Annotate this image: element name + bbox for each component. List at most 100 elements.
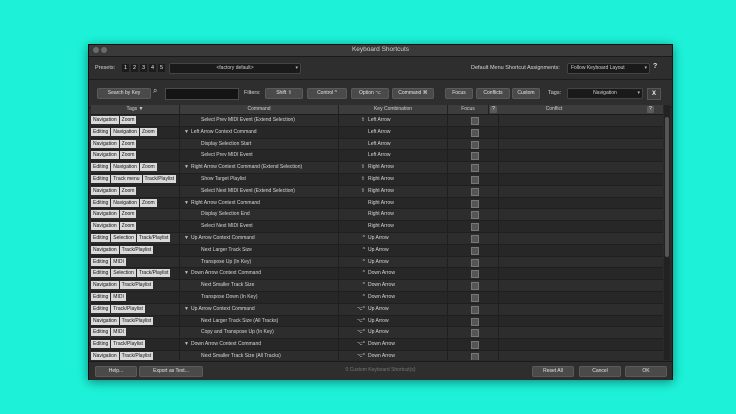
row-key-combination: Up Arrow — [368, 246, 389, 253]
search-icon: ⌕ — [153, 86, 158, 95]
table-row[interactable]: Editing Track/Playlist ▼ Down Arrow Context… — [91, 339, 663, 351]
focus-checkbox[interactable] — [471, 282, 479, 291]
table-row[interactable]: Editing Navigation Zoom ▼ Right Arrow Contex… — [91, 162, 663, 174]
focus-checkbox[interactable] — [471, 128, 479, 137]
focus-checkbox[interactable] — [471, 117, 479, 125]
preset-2-button[interactable]: 2 — [131, 64, 138, 72]
table-row[interactable]: Navigation Track/Playlist Next Smaller Tra… — [91, 280, 663, 292]
tag-badge: MIDI — [111, 257, 126, 266]
tag-badge: Track/Playlist — [119, 281, 154, 290]
focus-checkbox[interactable] — [471, 293, 479, 302]
row-key-combination: Down Arrow — [368, 352, 395, 359]
table-row[interactable]: Navigation Zoom Select Next MIDI Event (Ex… — [91, 185, 663, 198]
row-tags: Editing Selection Track/Playlist — [91, 233, 179, 243]
focus-checkbox[interactable] — [471, 164, 479, 173]
disclosure-triangle-icon[interactable]: ▼ — [184, 198, 189, 208]
focus-help-icon[interactable]: ? — [490, 106, 497, 113]
preset-select[interactable]: <factory default> ▾ — [169, 63, 301, 74]
table-row[interactable]: Navigation Zoom Display Selection End Right… — [91, 209, 663, 222]
table-row[interactable]: Editing Navigation Zoom ▼ Left Arrow Context… — [91, 126, 663, 139]
control-filter-button[interactable]: Control ^ — [307, 88, 347, 99]
row-tags: Editing Track/Playlist — [91, 304, 179, 314]
search-input[interactable] — [165, 88, 239, 100]
menu-assignments-select[interactable]: Follow Keyboard Layout ▾ — [567, 63, 650, 74]
command-filter-button[interactable]: Command ⌘ — [392, 88, 434, 99]
ok-button[interactable]: OK — [625, 366, 667, 377]
cancel-button[interactable]: Cancel — [579, 366, 621, 377]
tag-badge: Track/Playlist — [136, 269, 171, 278]
table-row[interactable]: Editing Track/Playlist ▼ Up Arrow Context C… — [91, 303, 663, 316]
row-tags: Navigation Zoom — [91, 151, 179, 160]
help-icon[interactable]: ? — [653, 63, 657, 70]
focus-checkbox[interactable] — [471, 211, 479, 220]
clear-filters-button[interactable]: X — [647, 88, 661, 100]
table-row[interactable]: Editing MIDI Transpose Up (In Key) ^ Up Arro… — [91, 256, 663, 269]
focus-checkbox[interactable] — [471, 223, 479, 232]
reset-all-button[interactable]: Reset All — [532, 366, 574, 377]
conflict-help-icon[interactable]: ? — [647, 106, 654, 113]
table-row[interactable]: Navigation Zoom Select Next MIDI Event Righ… — [91, 221, 663, 233]
preset-1-button[interactable]: 1 — [122, 64, 129, 72]
focus-checkbox[interactable] — [471, 140, 479, 149]
table-row[interactable]: Navigation Track/Playlist Next Larger Trac… — [91, 244, 663, 257]
table-scrollbar[interactable] — [664, 105, 670, 360]
title-bar: Keyboard Shortcuts — [89, 45, 672, 57]
shift-filter-button[interactable]: Shift ⇧ — [265, 88, 303, 99]
focus-checkbox[interactable] — [471, 152, 479, 161]
modifier-keys: ⌥^ — [356, 305, 365, 312]
disclosure-triangle-icon[interactable]: ▼ — [184, 233, 189, 243]
row-tags: Editing Navigation Zoom — [91, 198, 179, 208]
disclosure-triangle-icon[interactable]: ▼ — [184, 339, 189, 349]
custom-filter-button[interactable]: Custom — [512, 88, 540, 99]
table-row[interactable]: Editing Navigation Zoom ▼ Right Arrow Contex… — [91, 197, 663, 210]
table-row[interactable]: Navigation Zoom Select Prev MIDI Event (Ex… — [91, 115, 663, 127]
disclosure-triangle-icon[interactable]: ▼ — [184, 304, 189, 314]
preset-3-button[interactable]: 3 — [140, 64, 147, 72]
focus-checkbox[interactable] — [471, 258, 479, 267]
conflicts-filter-button[interactable]: Conflicts — [476, 88, 510, 99]
row-key-combination: Up Arrow — [368, 234, 389, 241]
column-tags[interactable]: Tags ▼ — [91, 105, 180, 114]
option-filter-button[interactable]: Option ⌥ — [351, 88, 389, 99]
preset-5-button[interactable]: 5 — [158, 64, 165, 72]
focus-checkbox[interactable] — [471, 175, 479, 184]
table-row[interactable]: Navigation Zoom Select Prev MIDI Event Left… — [91, 150, 663, 163]
focus-checkbox[interactable] — [471, 199, 479, 208]
table-row[interactable]: Editing MIDI Copy and Transpose Up (In Key… — [91, 327, 663, 340]
search-by-key-button[interactable]: Search by Key — [97, 88, 151, 99]
focus-checkbox[interactable] — [471, 317, 479, 326]
row-key-combination: Right Arrow — [368, 223, 394, 230]
tag-badge: Editing — [91, 292, 111, 301]
focus-checkbox[interactable] — [471, 187, 479, 196]
table-row[interactable]: Editing Track menu Track/Playlist Show Targ… — [91, 173, 663, 186]
disclosure-triangle-icon[interactable]: ▼ — [184, 162, 189, 172]
table-row[interactable]: Navigation Track/Playlist Next Smaller Tra… — [91, 350, 663, 360]
table-row[interactable]: Navigation Zoom Display Selection Start Lef… — [91, 138, 663, 151]
table-row[interactable]: Editing MIDI Transpose Down (In Key) ^ Down … — [91, 291, 663, 304]
column-command[interactable]: Command — [180, 105, 339, 114]
focus-checkbox[interactable] — [471, 305, 479, 314]
focus-checkbox[interactable] — [471, 234, 479, 243]
column-key-combination[interactable]: Key Combination — [339, 105, 448, 114]
table-row[interactable]: Editing Selection Track/Playlist ▼ Down Arro… — [91, 268, 663, 281]
row-tags: Navigation Track/Playlist — [91, 316, 179, 326]
focus-checkbox[interactable] — [471, 246, 479, 255]
preset-4-button[interactable]: 4 — [149, 64, 156, 72]
table-row[interactable]: Navigation Track/Playlist Next Larger Trac… — [91, 315, 663, 328]
row-tags: Navigation Zoom — [91, 139, 179, 149]
focus-checkbox[interactable] — [471, 352, 479, 360]
row-command: Transpose Down (In Key) — [201, 293, 258, 300]
scrollbar-thumb[interactable] — [665, 117, 669, 257]
table-header: Tags ▼ Command Key Combination Focus ? C… — [91, 105, 663, 115]
disclosure-triangle-icon[interactable]: ▼ — [184, 268, 189, 278]
focus-checkbox[interactable] — [471, 270, 479, 279]
tags-select[interactable]: Navigation ▾ — [567, 88, 643, 99]
table-row[interactable]: Editing Selection Track/Playlist ▼ Up Arrow … — [91, 232, 663, 245]
column-conflict[interactable]: Conflict — [499, 105, 609, 114]
focus-checkbox[interactable] — [471, 341, 479, 350]
column-focus[interactable]: Focus — [448, 105, 489, 114]
focus-filter-button[interactable]: Focus — [445, 88, 473, 99]
row-tags: Navigation Zoom — [91, 116, 179, 125]
focus-checkbox[interactable] — [471, 329, 479, 338]
disclosure-triangle-icon[interactable]: ▼ — [184, 127, 189, 137]
